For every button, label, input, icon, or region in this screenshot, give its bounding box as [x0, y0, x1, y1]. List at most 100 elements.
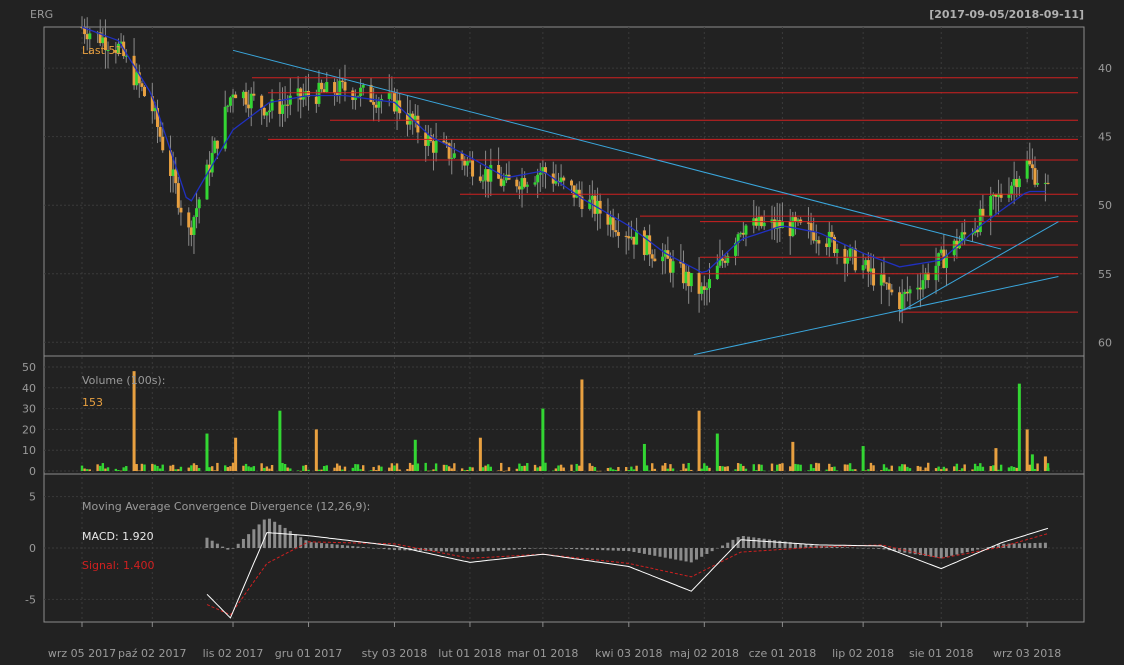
volume-bar [648, 470, 651, 472]
candle-body [322, 89, 326, 92]
candle-body [1043, 182, 1047, 184]
volume-bar [356, 464, 360, 471]
volume-bar [158, 468, 162, 471]
macd-histogram-bar [689, 548, 693, 563]
candle-body [981, 208, 985, 217]
volume-bar [242, 465, 245, 471]
candle-body [989, 196, 993, 217]
macd-histogram-bar [970, 548, 974, 551]
macd-histogram-bar [231, 548, 235, 549]
macd-histogram-bar [1028, 543, 1032, 548]
volume-bar [231, 462, 235, 471]
candle-body [705, 288, 709, 290]
macd-histogram-bar [637, 548, 641, 553]
volume-bar [734, 469, 737, 471]
volume-bar [606, 467, 610, 471]
macd-histogram-bar [658, 548, 662, 557]
volume-bar [114, 468, 118, 471]
volume-bar [869, 462, 873, 471]
macd-histogram-bar [491, 548, 495, 551]
macd-histogram-bar [570, 548, 574, 550]
macd-histogram-bar [465, 548, 469, 553]
macd-histogram-bar [320, 543, 324, 548]
price-ytick-label: 55 [1098, 268, 1112, 281]
candle-body [869, 268, 873, 272]
candle-body [174, 169, 178, 184]
volume-spike-bar [1017, 383, 1021, 471]
chart-symbol: ERG [30, 8, 53, 21]
volume-bar [507, 467, 511, 471]
volume-bar [900, 464, 904, 471]
volume-bar [289, 468, 292, 471]
volume-bar [890, 465, 893, 471]
candle-body [187, 212, 191, 228]
volume-bar [375, 470, 378, 471]
volume-bar [632, 469, 636, 471]
candle-body [299, 88, 303, 100]
candle-body [478, 176, 482, 181]
volume-bar [161, 464, 164, 471]
macd-histogram-bar [773, 540, 777, 548]
volume-bar [424, 462, 427, 471]
macd-histogram-bar [1002, 543, 1006, 548]
volume-bar [1033, 468, 1037, 471]
macd-histogram-bar [950, 548, 954, 556]
candle-body [1012, 179, 1016, 186]
candle-body [533, 182, 537, 185]
macd-histogram-bar [622, 548, 626, 551]
macd-histogram-bar [262, 519, 266, 548]
macd-histogram-bar [517, 548, 521, 550]
volume-spike-bar [697, 410, 701, 471]
candle-body [817, 240, 821, 244]
volume-bar [388, 467, 391, 471]
volume-bar [169, 465, 172, 471]
volume-spike-bar [205, 433, 209, 471]
volume-bar [484, 465, 487, 471]
macd-histogram-bar [221, 546, 225, 548]
macd-histogram-bar [694, 548, 698, 560]
volume-bar [179, 466, 183, 471]
volume-bar [864, 470, 867, 471]
candle-body [963, 232, 967, 235]
volume-bar [1036, 463, 1039, 471]
volume-bar [369, 470, 373, 471]
macd-histogram-bar [210, 540, 214, 548]
candle-body [296, 88, 300, 96]
volume-bar [138, 470, 141, 471]
volume-bar [208, 467, 211, 471]
volume-bar [981, 466, 985, 471]
candle-body [189, 227, 193, 235]
volume-bar [505, 470, 508, 472]
volume-bar [119, 470, 123, 472]
volume-bar [1015, 467, 1018, 471]
volume-bar [817, 463, 821, 471]
volume-bar [283, 463, 287, 471]
macd-histogram-bar [700, 548, 704, 557]
macd-histogram-bar [564, 548, 568, 549]
candle-body [900, 294, 904, 310]
candle-body [517, 186, 521, 190]
xtick-label: wrz 05 2017 [48, 647, 116, 660]
volume-bar [773, 470, 776, 472]
candle-body [252, 93, 256, 96]
volume-bar [958, 470, 961, 471]
candle-body [814, 240, 818, 242]
macd-histogram-bar [476, 548, 480, 552]
macd-histogram-bar [434, 548, 438, 552]
volume-bar [153, 464, 157, 471]
macd-histogram-bar [726, 542, 730, 548]
volume-bar [848, 463, 852, 471]
volume-bar [515, 468, 519, 471]
macd-histogram-bar [955, 548, 959, 555]
macd-histogram-bar [226, 548, 230, 550]
candle-body [588, 199, 592, 209]
macd-histogram-bar [1017, 543, 1021, 548]
volume-bar [171, 464, 175, 471]
candle-body [85, 34, 89, 40]
volume-bar [343, 466, 347, 471]
volume-bar [122, 467, 125, 471]
candle-body [559, 177, 563, 182]
candle-body [791, 217, 795, 237]
volume-bar [872, 465, 875, 471]
macd-histogram-bar [846, 547, 850, 548]
